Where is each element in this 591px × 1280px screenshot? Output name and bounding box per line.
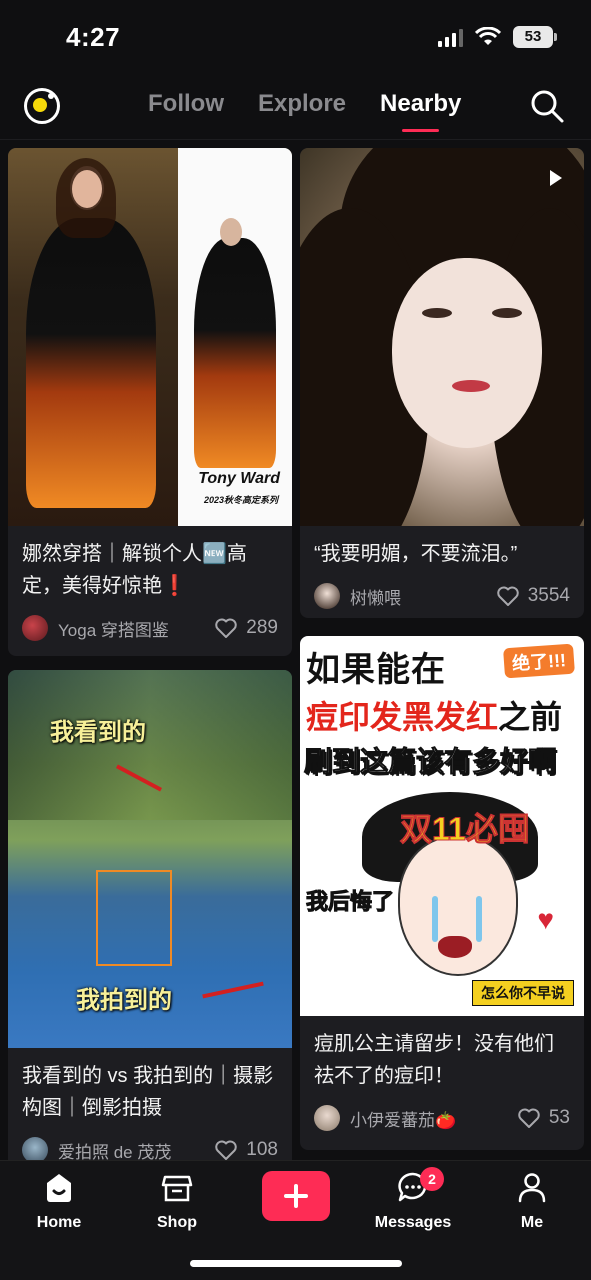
runway-photo-panel: Tony Ward 2023秋冬高定系列 [178,148,292,526]
brand-overlay-text: Tony Ward [198,470,280,487]
like-count[interactable]: 3554 [496,585,570,607]
wifi-icon [475,27,501,45]
avatar[interactable] [314,583,340,609]
tab-explore[interactable]: Explore [258,90,346,118]
like-count-value: 3554 [527,585,570,606]
overlay-caption: 我拍到的 [76,987,172,1014]
like-count-value: 289 [246,617,278,638]
overlay-badge: 绝了!!! [503,643,575,679]
status-time: 4:27 [66,22,121,52]
cellular-signal-icon [438,27,463,47]
heart-icon[interactable] [214,617,238,639]
top-navigation: Follow Explore Nearby [0,70,591,140]
note-card[interactable]: 如果能在 绝了!!! 痘印发黑发红之前 刷到这篇该有多好啊 双11必囤 我后悔了… [300,636,584,1150]
home-icon[interactable] [41,1169,77,1205]
like-count[interactable]: 53 [517,1107,570,1129]
note-title[interactable]: 我看到的 vs 我拍到的｜摄影构图｜倒影拍摄 [8,1048,292,1124]
overlay-regret: 我后悔了 [305,889,395,915]
heart-icon[interactable] [496,585,520,607]
overlay-tagline: 刷到这篇该有多好啊 [303,746,557,778]
note-meta: Yoga 穿搭图鉴 289 [8,602,292,642]
avatar[interactable] [314,1105,340,1131]
avatar[interactable] [22,1137,48,1160]
tab-follow[interactable]: Follow [148,90,224,118]
nav-home[interactable]: Home [14,1169,104,1232]
nav-label: Messages [374,1214,452,1231]
overlay-subheadline: 痘印发黑发红之前 [306,699,563,735]
broken-heart-icon: ♥ [537,904,554,935]
like-count[interactable]: 289 [214,617,278,639]
search-icon[interactable] [529,88,565,124]
nav-label: Me [520,1214,544,1231]
like-count-value: 53 [548,1107,570,1128]
video-play-icon [550,170,562,186]
author-name[interactable]: Yoga 穿搭图鉴 [58,616,214,641]
collection-overlay-text: 2023秋冬高定系列 [203,495,278,505]
note-cover-image[interactable]: 我看到的 我拍到的 [8,670,292,1048]
nav-messages[interactable]: 2 Messages [368,1167,458,1232]
nav-shop[interactable]: Shop [132,1169,222,1232]
create-post-button[interactable] [262,1171,330,1221]
author-name[interactable]: 爱拍照 de 茂茂 [58,1138,214,1161]
author-name[interactable]: 小伊爱蕃茄🍅 [350,1106,517,1131]
feed-tabs: Follow Explore Nearby [148,90,461,132]
note-meta: 树懒喂 3554 [300,570,584,610]
person-icon[interactable] [514,1169,550,1205]
heart-icon[interactable] [517,1107,541,1129]
like-count[interactable]: 108 [214,1139,278,1160]
nav-me[interactable]: Me [487,1169,577,1232]
like-count-value: 108 [246,1139,278,1160]
note-meta: 爱拍照 de 茂茂 108 [8,1124,292,1160]
note-title[interactable]: 痘肌公主请留步！没有他们祛不了的痘印！ [300,1016,584,1092]
nav-label: Home [36,1214,82,1231]
home-indicator[interactable] [190,1260,402,1267]
heart-icon[interactable] [214,1139,238,1160]
nav-label: Shop [157,1214,197,1231]
author-name[interactable]: 树懒喂 [350,584,496,609]
note-title[interactable]: 娜然穿搭｜解锁个人🆕高定，美得好惊艳❗ [8,526,292,602]
note-card[interactable]: 我看到的 我拍到的 我看到的 vs 我拍到的｜摄影构图｜倒影拍摄 爱拍照 de … [8,670,292,1160]
avatar[interactable] [22,615,48,641]
note-cover-image[interactable]: 如果能在 绝了!!! 痘印发黑发红之前 刷到这篇该有多好啊 双11必囤 我后悔了… [300,636,584,1016]
overlay-promo: 双11必囤 [400,811,531,848]
overlay-caption: 我看到的 [50,719,146,746]
overlay-sticker: 怎么你不早说 [472,980,574,1006]
note-card[interactable]: Tony Ward 2023秋冬高定系列 娜然穿搭｜解锁个人🆕高定，美得好惊艳❗… [8,148,292,656]
note-cover-image[interactable] [300,148,584,526]
battery-icon: 53 [513,26,557,48]
feed-grid: Tony Ward 2023秋冬高定系列 娜然穿搭｜解锁个人🆕高定，美得好惊艳❗… [0,140,591,1160]
status-icons: 53 [438,26,557,48]
shop-icon[interactable] [159,1169,195,1205]
note-title[interactable]: “我要明媚，不要流泪。” [300,526,584,570]
app-logo-icon[interactable] [24,88,60,124]
note-card[interactable]: “我要明媚，不要流泪。” 树懒喂 3554 [300,148,584,618]
overlay-headline: 如果能在 [306,651,446,689]
note-meta: 小伊爱蕃茄🍅 53 [300,1092,584,1132]
tab-nearby[interactable]: Nearby [380,90,461,132]
highlight-frame [96,870,172,966]
status-bar: 4:27 53 [0,0,591,70]
note-cover-image[interactable]: Tony Ward 2023秋冬高定系列 [8,148,292,526]
unread-badge: 2 [420,1167,444,1191]
